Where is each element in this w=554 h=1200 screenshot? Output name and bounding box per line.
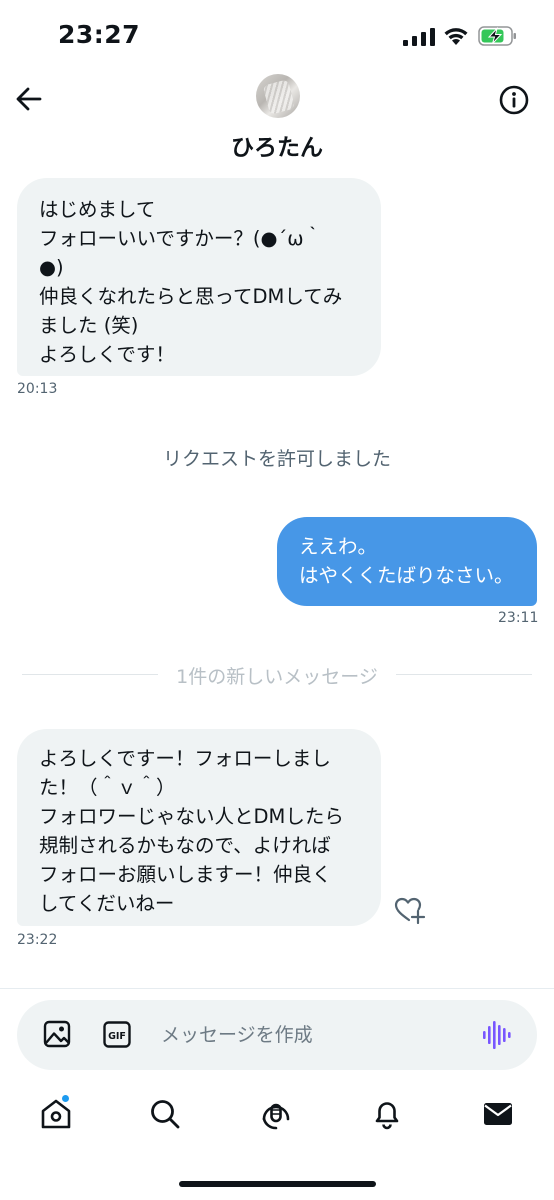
tab-messages[interactable]	[478, 1094, 518, 1134]
wifi-icon	[444, 28, 468, 45]
new-messages-label: 1件の新しいメッセージ	[176, 666, 378, 688]
conversation-title[interactable]: ひろたん	[0, 128, 554, 162]
back-arrow-icon[interactable]	[14, 84, 44, 114]
search-icon	[151, 1100, 180, 1129]
message-timestamp: 23:22	[17, 932, 58, 948]
tab-notifications[interactable]	[367, 1094, 407, 1134]
bell-icon	[375, 1102, 399, 1130]
status-bar: 23:27	[0, 0, 554, 72]
spaces-icon	[262, 1103, 290, 1130]
message-bubble-incoming[interactable]: はじめまして フォローいいですかー？(●´ω｀ ●) 仲良くなれたらと思ってDM…	[17, 178, 381, 376]
tab-search[interactable]	[145, 1094, 185, 1134]
message-input[interactable]	[161, 1020, 461, 1050]
image-icon[interactable]	[43, 1020, 71, 1048]
message-timestamp: 20:13	[17, 381, 58, 397]
message-timestamp: 23:11	[498, 610, 539, 626]
home-indicator[interactable]	[179, 1181, 376, 1187]
voice-message-icon[interactable]	[483, 1020, 511, 1050]
tab-home[interactable]	[36, 1094, 76, 1134]
info-icon[interactable]	[498, 84, 530, 116]
message-bubble-outgoing[interactable]: ええわ。 はやくくたばりなさい。	[277, 517, 537, 606]
message-bubble-incoming[interactable]: よろしくですー！フォローしまし た！（＾ｖ＾） フォロワーじゃない人とDMしたら…	[17, 729, 381, 926]
unread-dot	[61, 1094, 70, 1103]
request-accepted-note: リクエストを許可しました	[162, 448, 391, 470]
message-composer: GIF	[17, 1000, 537, 1070]
heart-plus-icon[interactable]	[394, 896, 426, 924]
tab-spaces[interactable]	[256, 1094, 296, 1134]
svg-text:GIF: GIF	[108, 1031, 126, 1042]
envelope-icon	[484, 1103, 512, 1125]
divider-line	[396, 674, 532, 675]
avatar[interactable]	[256, 74, 300, 118]
battery-charging-icon	[478, 26, 516, 46]
composer-separator	[0, 988, 554, 989]
gif-icon[interactable]: GIF	[103, 1021, 131, 1048]
new-messages-divider: 1件の新しいメッセージ	[22, 662, 532, 688]
status-time: 23:27	[58, 20, 141, 49]
cellular-signal-icon	[403, 28, 435, 46]
